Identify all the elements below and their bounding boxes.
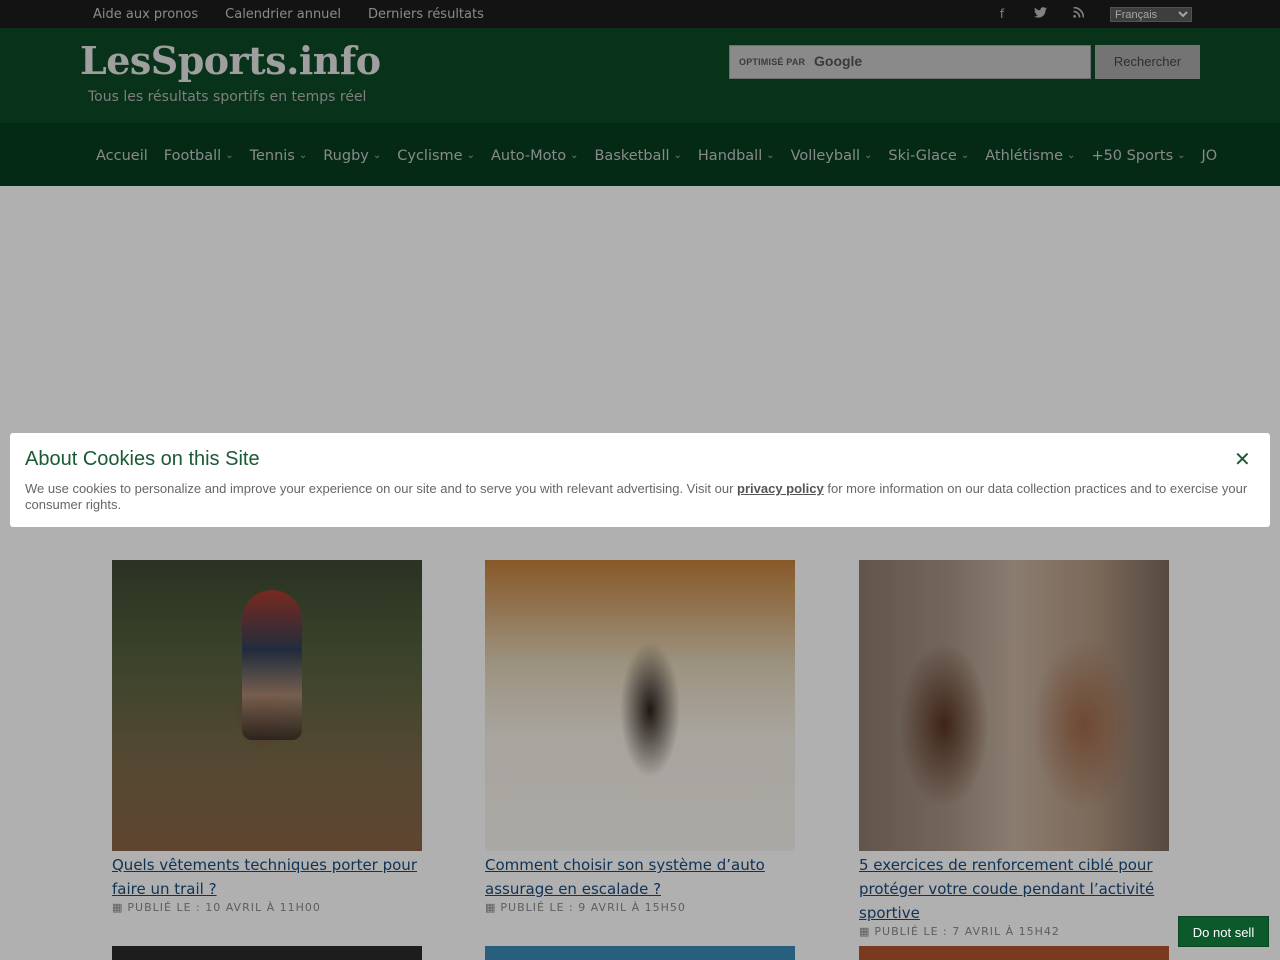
calendar-icon: ▦ xyxy=(112,901,124,914)
chevron-down-icon: ⌄ xyxy=(298,150,308,161)
site-logo[interactable]: LesSports.info xyxy=(80,38,381,83)
article-card[interactable]: Comment choisir son système d’auto assur… xyxy=(485,560,795,914)
social-links: f xyxy=(994,0,1086,28)
chevron-down-icon: ⌄ xyxy=(570,150,579,161)
chevron-down-icon: ⌄ xyxy=(1067,150,1076,161)
article-meta: ▦ Publié le : 7 avril à 15h42 xyxy=(859,925,1169,938)
nav-item-label: Volleyball xyxy=(790,147,861,164)
article-image-next[interactable] xyxy=(485,946,795,960)
nav-item-cyclisme[interactable]: Cyclisme ⌄ xyxy=(389,148,483,164)
article-image-next[interactable] xyxy=(112,946,422,960)
cookie-title: About Cookies on this Site xyxy=(25,448,260,470)
cookie-banner: About Cookies on this Site We use cookie… xyxy=(10,433,1270,527)
nav-item-label: Rugby xyxy=(323,147,369,164)
nav-item-football[interactable]: Football ⌄ xyxy=(156,148,242,164)
language-select[interactable]: Français xyxy=(1110,7,1192,22)
nav-item-label: Cyclisme xyxy=(397,147,463,164)
nav-item-50-sports[interactable]: +50 Sports ⌄ xyxy=(1083,148,1193,164)
article-image-fitness[interactable] xyxy=(859,560,1169,851)
nav-item-label: Tennis xyxy=(249,147,295,164)
article-title[interactable]: Comment choisir son système d’auto assur… xyxy=(485,853,795,901)
site-header: LesSports.info Tous les résultats sporti… xyxy=(0,28,1280,123)
nav-item-label: JO xyxy=(1201,147,1218,164)
article-date: Publié le : 9 avril à 15h50 xyxy=(500,901,686,914)
nav-item-volleyball[interactable]: Volleyball ⌄ xyxy=(783,148,881,164)
nav-item-ski-glace[interactable]: Ski-Glace ⌄ xyxy=(880,148,977,164)
chevron-down-icon: ⌄ xyxy=(864,150,873,161)
search-button[interactable]: Rechercher xyxy=(1095,45,1200,79)
top-utility-bar: Aide aux pronos Calendrier annuel Dernie… xyxy=(0,0,1280,28)
article-card[interactable]: Quels vêtements techniques porter pour f… xyxy=(112,560,422,914)
nav-item-auto-moto[interactable]: Auto-Moto ⌄ xyxy=(483,148,587,164)
link-derniers-resultats[interactable]: Derniers résultats xyxy=(368,7,484,22)
article-image-next[interactable] xyxy=(859,946,1169,960)
privacy-policy-link[interactable]: privacy policy xyxy=(737,481,824,496)
article-title[interactable]: Quels vêtements techniques porter pour f… xyxy=(112,853,422,901)
nav-item-label: Athlétisme xyxy=(985,147,1064,164)
article-date: Publié le : 10 avril à 11h00 xyxy=(127,901,321,914)
chevron-down-icon: ⌄ xyxy=(466,150,475,161)
cookie-text-before: We use cookies to personalize and improv… xyxy=(25,481,738,496)
link-calendrier[interactable]: Calendrier annuel xyxy=(225,7,341,22)
nav-item-label: Football xyxy=(163,147,222,164)
chevron-down-icon: ⌄ xyxy=(225,150,234,161)
twitter-icon[interactable] xyxy=(1032,7,1048,21)
nav-list: Accueil Football ⌄ Tennis ⌄ Rugby ⌄ Cyclisme ⌄ Au… xyxy=(88,124,1225,187)
nav-item-rugby[interactable]: Rugby ⌄ xyxy=(315,148,389,164)
chevron-down-icon: ⌄ xyxy=(1177,150,1186,161)
cookie-text: We use cookies to personalize and improv… xyxy=(25,481,1260,513)
search-powered-label: OPTIMISÉ PAR xyxy=(739,57,806,67)
nav-item-label: Handball xyxy=(697,147,763,164)
article-date: Publié le : 7 avril à 15h42 xyxy=(874,925,1060,938)
google-logo: Google xyxy=(814,53,863,69)
nav-item-athl-tisme[interactable]: Athlétisme ⌄ xyxy=(977,148,1083,164)
nav-item-basketball[interactable]: Basketball ⌄ xyxy=(586,148,689,164)
nav-item-accueil[interactable]: Accueil xyxy=(88,148,156,164)
nav-item-label: Auto-Moto xyxy=(490,147,567,164)
rss-icon[interactable] xyxy=(1070,6,1086,21)
top-links: Aide aux pronos Calendrier annuel Dernie… xyxy=(93,0,484,28)
nav-item-label: +50 Sports xyxy=(1091,147,1174,164)
nav-item-label: Basketball xyxy=(594,147,670,164)
nav-item-jo[interactable]: JO xyxy=(1194,148,1226,164)
calendar-icon: ▦ xyxy=(485,901,497,914)
article-image-climbing[interactable] xyxy=(485,560,795,851)
facebook-icon[interactable]: f xyxy=(994,7,1010,21)
chevron-down-icon: ⌄ xyxy=(960,150,970,161)
calendar-icon: ▦ xyxy=(859,925,871,938)
nav-item-handball[interactable]: Handball ⌄ xyxy=(690,148,783,164)
do-not-sell-button[interactable]: Do not sell xyxy=(1178,916,1269,947)
main-nav: Accueil Football ⌄ Tennis ⌄ Rugby ⌄ Cyclisme ⌄ Au… xyxy=(0,123,1280,186)
chevron-down-icon: ⌄ xyxy=(372,150,382,161)
nav-item-tennis[interactable]: Tennis ⌄ xyxy=(242,148,316,164)
article-card[interactable]: 5 exercices de renforcement ciblé pour p… xyxy=(859,560,1169,938)
nav-item-label: Accueil xyxy=(96,147,148,164)
nav-item-label: Ski-Glace xyxy=(888,147,957,164)
link-aide-pronos[interactable]: Aide aux pronos xyxy=(93,7,198,22)
article-meta: ▦ Publié le : 9 avril à 15h50 xyxy=(485,901,795,914)
site-tagline: Tous les résultats sportifs en temps rée… xyxy=(88,89,367,105)
article-meta: ▦ Publié le : 10 avril à 11h00 xyxy=(112,901,422,914)
article-title[interactable]: 5 exercices de renforcement ciblé pour p… xyxy=(859,853,1169,925)
chevron-down-icon: ⌄ xyxy=(673,150,682,161)
article-image-trail[interactable] xyxy=(112,560,422,851)
close-icon[interactable]: ✕ xyxy=(1234,447,1251,471)
search-input[interactable]: OPTIMISÉ PAR Google xyxy=(729,45,1091,79)
chevron-down-icon: ⌄ xyxy=(766,150,775,161)
